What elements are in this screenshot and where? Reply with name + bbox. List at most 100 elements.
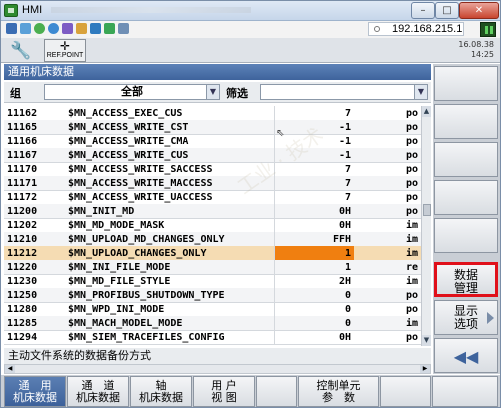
md-name: $MN_WPD_INI_MODE <box>68 304 165 315</box>
md-number: 11171 <box>7 178 38 189</box>
softkey-back[interactable]: ◀◀ <box>434 338 498 373</box>
status-line-2: 14:25 <box>470 50 494 59</box>
scroll-down-icon[interactable]: ▼ <box>422 335 431 346</box>
md-value[interactable]: 2H <box>274 274 354 288</box>
softkey-right-3[interactable] <box>434 142 498 177</box>
softkey-right-4[interactable] <box>434 180 498 215</box>
md-value[interactable]: 7 <box>274 190 354 204</box>
chevron-down-icon[interactable]: ▼ <box>206 85 219 99</box>
refpoint-label: REF.POINT <box>46 52 84 59</box>
title-bar: HMI – □ ✕ <box>1 1 500 21</box>
chevron-down-icon[interactable]: ▼ <box>414 85 427 99</box>
md-value[interactable]: FFH <box>274 232 354 246</box>
table-row[interactable]: 11167 $MN_ACCESS_WRITE_CUS -1 po <box>4 148 421 163</box>
md-effect: po <box>406 192 419 203</box>
edit-icon[interactable] <box>76 23 87 34</box>
softkey-right-5[interactable] <box>434 218 498 253</box>
md-effect: po <box>406 122 419 133</box>
md-name: $MN_ACCESS_WRITE_UACCESS <box>68 192 213 203</box>
table-row[interactable]: 11162 $MN_ACCESS_EXEC_CUS 7 po <box>4 106 421 121</box>
softkey-bottom-7[interactable] <box>380 376 431 407</box>
md-value[interactable]: 0 <box>274 288 354 302</box>
table-row[interactable]: 11220 $MN_INI_FILE_MODE 1 re <box>4 260 421 275</box>
md-value[interactable]: 0H <box>274 330 354 344</box>
md-name: $MN_MD_FILE_STYLE <box>68 276 171 287</box>
settings-icon[interactable] <box>118 23 129 34</box>
scroll-up-icon[interactable]: ▲ <box>422 106 431 117</box>
md-value[interactable]: 7 <box>274 162 354 176</box>
close-button[interactable]: ✕ <box>459 2 499 19</box>
md-value[interactable]: -1 <box>274 134 354 148</box>
vertical-scrollbar[interactable]: ▲ ▼ <box>421 106 431 346</box>
table-row[interactable]: 11166 $MN_ACCESS_WRITE_CMA -1 po <box>4 134 421 149</box>
user-icon[interactable] <box>104 23 115 34</box>
md-name: $MN_SIEM_TRACEFILES_CONFIG <box>68 332 225 343</box>
softkey-data-management[interactable]: 数据 管理 <box>434 262 498 297</box>
scroll-right-icon[interactable]: ▶ <box>420 365 430 373</box>
md-name: $MN_UPLOAD_CHANGES_ONLY <box>68 248 207 259</box>
table-row[interactable]: 11202 $MN_MD_MODE_MASK 0H im <box>4 218 421 233</box>
document-icon[interactable] <box>90 23 101 34</box>
globe-icon[interactable] <box>34 23 45 34</box>
scroll-left-icon[interactable]: ◀ <box>5 365 15 373</box>
md-value[interactable]: 0 <box>274 316 354 330</box>
table-row[interactable]: 11280 $MN_WPD_INI_MODE 0 po <box>4 302 421 317</box>
ip-address-field[interactable]: 192.168.215.1 <box>368 22 464 36</box>
table-row[interactable]: 11172 $MN_ACCESS_WRITE_UACCESS 7 po <box>4 190 421 205</box>
table-row[interactable]: 11250 $MN_PROFIBUS_SHUTDOWN_TYPE 0 po <box>4 288 421 303</box>
softkey-label: 轴 机床数据 <box>139 379 183 404</box>
tools-icon[interactable] <box>62 23 73 34</box>
md-value[interactable]: 0H <box>274 218 354 232</box>
scroll-thumb[interactable] <box>423 204 431 216</box>
table-row[interactable]: 11200 $MN_INIT_MD 0H po <box>4 204 421 219</box>
md-value[interactable]: 7 <box>274 176 354 190</box>
filter-dropdown[interactable]: ▼ <box>260 84 428 100</box>
softkey-display-options[interactable]: 显示 选项 <box>434 300 498 335</box>
monitor-icon[interactable] <box>20 23 31 34</box>
pause-icon[interactable] <box>480 22 496 37</box>
horizontal-scrollbar[interactable]: ◀ ▶ <box>4 364 431 374</box>
refresh-icon[interactable] <box>48 23 59 34</box>
md-number: 11212 <box>7 248 38 259</box>
maximize-button[interactable]: □ <box>435 2 459 19</box>
softkey-bottom-3[interactable]: 轴 机床数据 <box>130 376 192 407</box>
md-value[interactable]: 0 <box>274 302 354 316</box>
refpoint-indicator: ✛ REF.POINT <box>44 39 86 62</box>
table-row[interactable]: 11171 $MN_ACCESS_WRITE_MACCESS 7 po <box>4 176 421 191</box>
softkey-right-2[interactable] <box>434 104 498 139</box>
softkey-label <box>435 219 497 223</box>
hmi-app-icon <box>4 4 18 17</box>
expand-arrow-icon <box>487 312 494 324</box>
group-dropdown[interactable]: 全部 ▼ <box>44 84 220 100</box>
softkey-bottom-5[interactable] <box>256 376 297 407</box>
softkey-right-1[interactable] <box>434 66 498 101</box>
table-row[interactable]: 11285 $MN_MACH_MODEL_MODE 0 im <box>4 316 421 331</box>
md-value[interactable]: 0H <box>274 204 354 218</box>
md-number: 11285 <box>7 318 38 329</box>
md-effect: po <box>406 332 419 343</box>
md-value[interactable]: 1 <box>274 260 354 274</box>
softkey-bottom-1[interactable]: 通 用 机床数据 <box>4 376 66 407</box>
table-row[interactable]: 11212 $MN_UPLOAD_CHANGES_ONLY 1 im <box>4 246 421 261</box>
table-row[interactable]: 11294 $MN_SIEM_TRACEFILES_CONFIG 0H po <box>4 330 421 345</box>
md-value[interactable]: -1 <box>274 120 354 134</box>
minimize-button[interactable]: – <box>411 2 435 19</box>
softkey-bottom-6[interactable]: 控制单元 参 数 <box>298 376 379 407</box>
table-row[interactable]: 11165 $MN_ACCESS_WRITE_CST -1 po <box>4 120 421 135</box>
md-value[interactable]: -1 <box>274 148 354 162</box>
softkey-label: ◀◀ <box>453 347 479 366</box>
network-icon[interactable] <box>6 23 17 34</box>
softkey-bottom-2[interactable]: 通 道 机床数据 <box>67 376 129 407</box>
table-row[interactable]: 11230 $MN_MD_FILE_STYLE 2H im <box>4 274 421 289</box>
table-row[interactable]: 11210 $MN_UPLOAD_MD_CHANGES_ONLY FFH im <box>4 232 421 247</box>
md-name: $MN_ACCESS_WRITE_MACCESS <box>68 178 213 189</box>
softkey-bottom-8[interactable] <box>432 376 498 407</box>
machine-data-table[interactable]: 11162 $MN_ACCESS_EXEC_CUS 7 po 11165 $MN_ACCE… <box>4 106 421 346</box>
crosshair-icon: ✛ <box>59 39 71 53</box>
table-row[interactable]: 11170 $MN_ACCESS_WRITE_SACCESS 7 po <box>4 162 421 177</box>
md-value[interactable]: 1 <box>274 246 354 260</box>
md-value[interactable]: 7 <box>274 106 354 120</box>
md-effect: po <box>406 290 419 301</box>
softkey-bottom-4[interactable]: 用 户 视 图 <box>193 376 255 407</box>
mouse-cursor-icon: ⇖ <box>276 128 285 139</box>
